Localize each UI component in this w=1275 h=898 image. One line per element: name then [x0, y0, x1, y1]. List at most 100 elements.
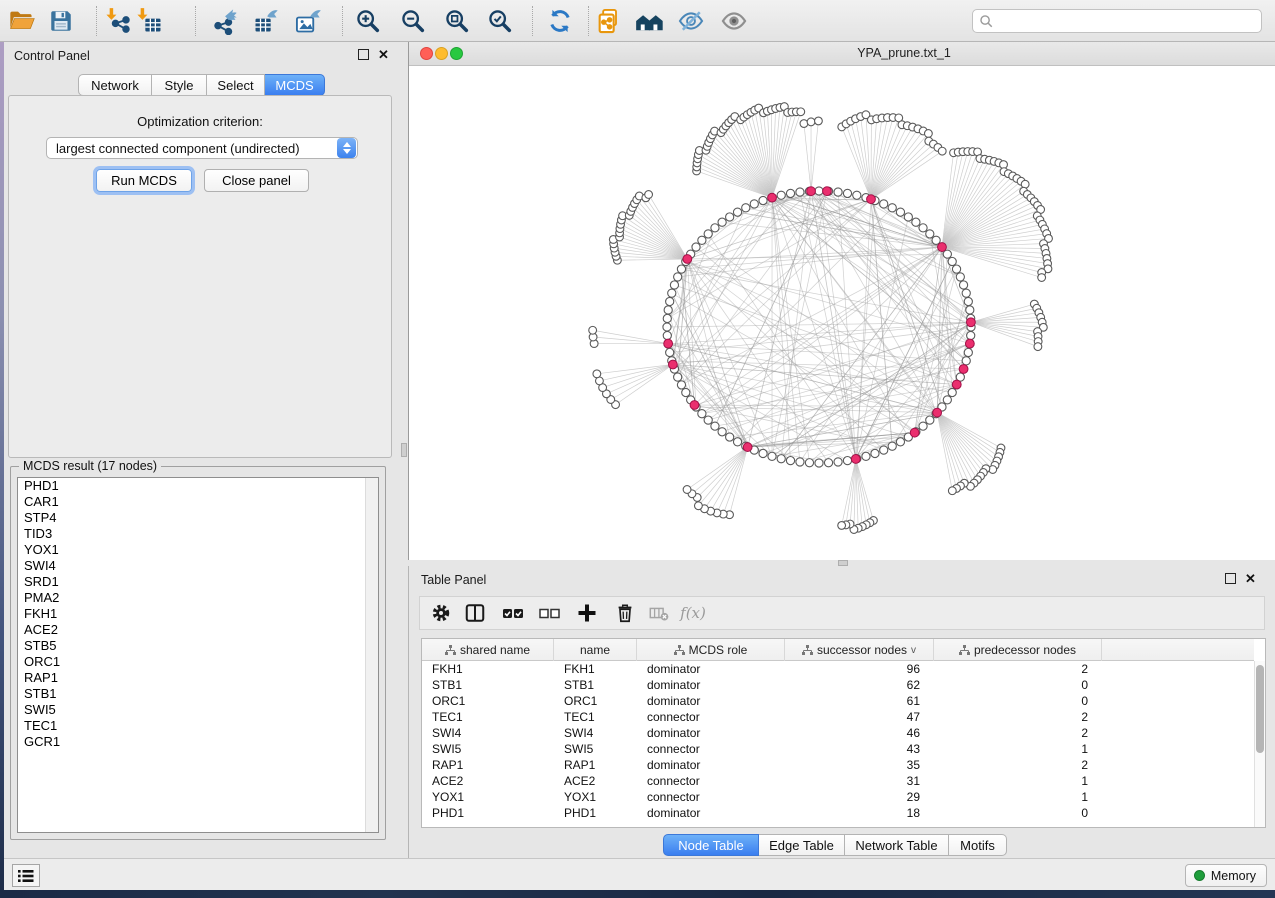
- scrollbar-thumb[interactable]: [1256, 665, 1264, 753]
- import-table-icon[interactable]: [133, 5, 167, 37]
- save-icon[interactable]: [44, 5, 78, 37]
- list-item[interactable]: RAP1: [18, 670, 378, 686]
- tab-mcds[interactable]: MCDS: [265, 74, 325, 96]
- memory-button[interactable]: Memory: [1185, 864, 1267, 887]
- trash-icon[interactable]: [610, 599, 640, 627]
- tab-node-table[interactable]: Node Table: [663, 834, 759, 856]
- gear-icon[interactable]: [426, 599, 456, 627]
- network-canvas[interactable]: [409, 66, 1275, 560]
- list-item[interactable]: YOX1: [18, 542, 378, 558]
- table-row[interactable]: TEC1TEC1connector472: [422, 709, 1254, 725]
- table-row[interactable]: SWI4SWI4dominator462: [422, 725, 1254, 741]
- import-network-icon[interactable]: [102, 5, 136, 37]
- table-cell: 2: [934, 725, 1102, 741]
- task-list-button[interactable]: [12, 864, 40, 887]
- column-header[interactable]: shared name: [422, 639, 554, 661]
- list-item[interactable]: SWI4: [18, 558, 378, 574]
- list-item[interactable]: STB5: [18, 638, 378, 654]
- zoom-out-icon[interactable]: [396, 5, 430, 37]
- clone-network-icon[interactable]: [592, 5, 626, 37]
- table-cell: 35: [785, 757, 934, 773]
- list-item[interactable]: GCR1: [18, 734, 378, 750]
- list-item[interactable]: STB1: [18, 686, 378, 702]
- table-row[interactable]: PHD1PHD1dominator180: [422, 805, 1254, 821]
- tab-edge-table[interactable]: Edge Table: [759, 834, 845, 856]
- close-panel-button[interactable]: Close panel: [204, 169, 309, 192]
- tab-network[interactable]: Network: [78, 74, 152, 96]
- zoom-fit-icon[interactable]: [440, 5, 474, 37]
- optimization-criterion-select[interactable]: largest connected component (undirected): [46, 137, 358, 159]
- list-item[interactable]: SRD1: [18, 574, 378, 590]
- show-eye-icon[interactable]: [717, 5, 751, 37]
- tab-style[interactable]: Style: [152, 74, 207, 96]
- table-cell: 29: [785, 789, 934, 805]
- vertical-splitter[interactable]: [400, 42, 408, 858]
- table-cell: 31: [785, 773, 934, 789]
- close-window-icon[interactable]: [420, 47, 433, 60]
- column-header[interactable]: successor nodesv: [785, 639, 934, 661]
- search-field[interactable]: [972, 9, 1262, 33]
- float-panel-icon[interactable]: [358, 49, 369, 60]
- search-input[interactable]: [994, 14, 1261, 28]
- list-item[interactable]: ACE2: [18, 622, 378, 638]
- network-graph: [409, 66, 1275, 560]
- mcds-result-list[interactable]: PHD1CAR1STP4TID3YOX1SWI4SRD1PMA2FKH1ACE2…: [17, 477, 379, 833]
- list-item[interactable]: SWI5: [18, 702, 378, 718]
- run-mcds-button[interactable]: Run MCDS: [96, 169, 192, 192]
- export-network-icon[interactable]: [208, 5, 242, 37]
- table-row[interactable]: ACE2ACE2connector311: [422, 773, 1254, 789]
- table-cell: 0: [934, 805, 1102, 821]
- hide-eye-icon[interactable]: [674, 5, 708, 37]
- close-panel-icon[interactable]: ✕: [1245, 573, 1256, 584]
- tab-network-table[interactable]: Network Table: [845, 834, 949, 856]
- list-item[interactable]: STP4: [18, 510, 378, 526]
- refresh-icon[interactable]: [543, 5, 577, 37]
- table-cell: dominator: [637, 757, 785, 773]
- table-scrollbar[interactable]: [1254, 661, 1265, 827]
- list-icon: [17, 868, 35, 884]
- select-all-icon[interactable]: [498, 599, 528, 627]
- attribute-type-icon: [445, 645, 456, 656]
- column-header[interactable]: MCDS role: [637, 639, 785, 661]
- list-scrollbar[interactable]: [365, 478, 378, 832]
- table-row[interactable]: YOX1YOX1connector291: [422, 789, 1254, 805]
- list-item[interactable]: PMA2: [18, 590, 378, 606]
- open-folder-icon[interactable]: [5, 5, 39, 37]
- function-icon: f(x): [678, 599, 708, 627]
- table-row[interactable]: ORC1ORC1dominator610: [422, 693, 1254, 709]
- list-item[interactable]: ORC1: [18, 654, 378, 670]
- list-item[interactable]: PHD1: [18, 478, 378, 494]
- export-table-icon[interactable]: [249, 5, 283, 37]
- table-row[interactable]: STB1STB1dominator620: [422, 677, 1254, 693]
- list-item[interactable]: FKH1: [18, 606, 378, 622]
- table-row[interactable]: SWI5SWI5connector431: [422, 741, 1254, 757]
- splitter-grip[interactable]: [401, 443, 407, 457]
- list-item[interactable]: TID3: [18, 526, 378, 542]
- close-panel-icon[interactable]: ✕: [378, 49, 389, 60]
- export-image-icon[interactable]: [291, 5, 325, 37]
- houses-icon[interactable]: [633, 5, 667, 37]
- list-item[interactable]: CAR1: [18, 494, 378, 510]
- table-cell: ORC1: [554, 693, 637, 709]
- mcds-result-fieldset: MCDS result (17 nodes) PHD1CAR1STP4TID3Y…: [10, 466, 386, 840]
- memory-label: Memory: [1211, 869, 1256, 883]
- table-cell: 61: [785, 693, 934, 709]
- zoom-selected-icon[interactable]: [483, 5, 517, 37]
- table-row[interactable]: FKH1FKH1dominator962: [422, 661, 1254, 677]
- maximize-window-icon[interactable]: [450, 47, 463, 60]
- list-item[interactable]: TEC1: [18, 718, 378, 734]
- float-panel-icon[interactable]: [1225, 573, 1236, 584]
- column-header[interactable]: name: [554, 639, 637, 661]
- desktop-wallpaper: Control Panel ✕ Network Style Select MCD…: [0, 0, 1275, 898]
- minimize-window-icon[interactable]: [435, 47, 448, 60]
- deselect-all-icon[interactable]: [534, 599, 564, 627]
- table-row[interactable]: RAP1RAP1dominator352: [422, 757, 1254, 773]
- table-cell: connector: [637, 709, 785, 725]
- tab-select[interactable]: Select: [207, 74, 265, 96]
- zoom-in-icon[interactable]: [351, 5, 385, 37]
- columns-icon[interactable]: [460, 599, 490, 627]
- column-header[interactable]: predecessor nodes: [934, 639, 1102, 661]
- add-icon[interactable]: [572, 599, 602, 627]
- table-cell: ORC1: [422, 693, 554, 709]
- tab-motifs[interactable]: Motifs: [949, 834, 1007, 856]
